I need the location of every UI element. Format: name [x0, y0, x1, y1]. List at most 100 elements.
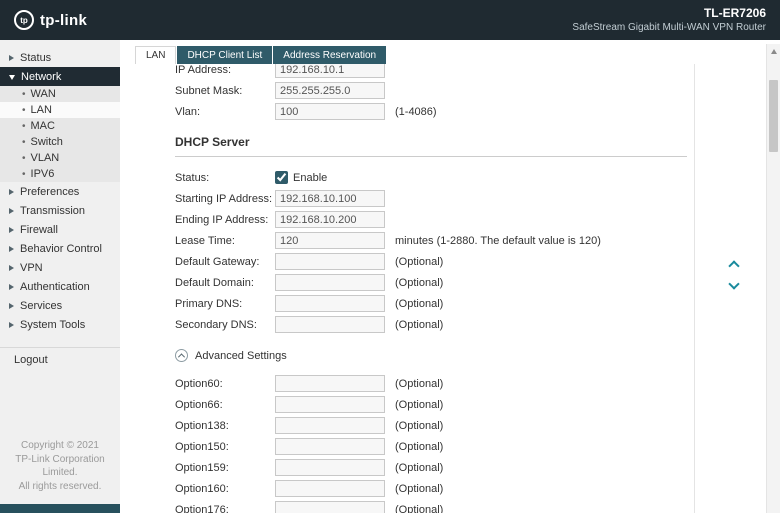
form-row: Subnet Mask: — [175, 82, 780, 99]
sidebar-item-transmission[interactable]: Transmission — [0, 201, 120, 220]
chevron-right-icon — [9, 265, 14, 271]
form-row: Default Domain: (Optional) — [175, 274, 780, 291]
form-row: Starting IP Address: — [175, 190, 780, 207]
logout-label: Logout — [14, 354, 48, 366]
sidebar-subitem-ipv6[interactable]: IPV6 — [0, 166, 120, 182]
option60-input[interactable] — [275, 375, 385, 392]
field-note: (Optional) — [395, 277, 443, 289]
form-row: Status: Enable — [175, 169, 780, 186]
form-row: Default Gateway: (Optional) — [175, 253, 780, 270]
sidebar-item-network[interactable]: Network — [0, 67, 120, 86]
field-note: (Optional) — [395, 462, 443, 474]
default-domain-input[interactable] — [275, 274, 385, 291]
tab-label: DHCP Client List — [187, 50, 262, 61]
chevron-right-icon — [9, 227, 14, 233]
form-scroll-area: IP Address: Subnet Mask: Vlan: (1-4086) … — [120, 64, 780, 513]
sidebar-subitem-wan[interactable]: WAN — [0, 86, 120, 102]
sidebar-item-label: Services — [20, 300, 62, 312]
field-note: (Optional) — [395, 483, 443, 495]
form-row: Primary DNS: (Optional) — [175, 295, 780, 312]
field-label: Ending IP Address: — [175, 214, 275, 226]
sidebar-bottom-bar — [0, 504, 120, 513]
lease-time-input[interactable] — [275, 232, 385, 249]
field-label: Primary DNS: — [175, 298, 275, 310]
scrollbar-up-arrow[interactable] — [767, 44, 780, 59]
tab-label: Address Reservation — [283, 50, 376, 61]
sidebar-item-label: System Tools — [20, 319, 85, 331]
starting-ip-input[interactable] — [275, 190, 385, 207]
sidebar-item-services[interactable]: Services — [0, 296, 120, 315]
field-label: Secondary DNS: — [175, 319, 275, 331]
form-row: Option159: (Optional) — [175, 459, 780, 476]
sidebar-item-vpn[interactable]: VPN — [0, 258, 120, 277]
tab-address-reservation[interactable]: Address Reservation — [273, 46, 386, 64]
ending-ip-input[interactable] — [275, 211, 385, 228]
primary-dns-input[interactable] — [275, 295, 385, 312]
subnet-mask-input[interactable] — [275, 82, 385, 99]
option176-input[interactable] — [275, 501, 385, 513]
sidebar-item-status[interactable]: Status — [0, 48, 120, 67]
field-note: (Optional) — [395, 420, 443, 432]
scrollbar[interactable] — [766, 44, 780, 513]
sidebar-item-firewall[interactable]: Firewall — [0, 220, 120, 239]
device-model: TL-ER7206 — [572, 5, 766, 21]
sidebar-item-preferences[interactable]: Preferences — [0, 182, 120, 201]
option150-input[interactable] — [275, 438, 385, 455]
brand-name: tp-link — [40, 12, 87, 29]
sidebar-subitem-vlan[interactable]: VLAN — [0, 150, 120, 166]
chevron-right-icon — [9, 189, 14, 195]
sidebar-subitem-lan[interactable]: LAN — [0, 102, 120, 118]
chevron-right-icon — [9, 55, 14, 61]
dhcp-enable-checkbox[interactable] — [275, 171, 288, 184]
sidebar-item-label: Preferences — [20, 186, 79, 198]
field-label: Option159: — [175, 462, 275, 474]
chevron-down-icon — [9, 75, 15, 80]
form-row: Lease Time: minutes (1-2880. The default… — [175, 232, 780, 249]
field-note: (Optional) — [395, 378, 443, 390]
logout-button[interactable]: Logout — [0, 348, 120, 372]
vlan-input[interactable] — [275, 103, 385, 120]
option160-input[interactable] — [275, 480, 385, 497]
field-note: (Optional) — [395, 298, 443, 310]
sidebar-subitem-label: Switch — [31, 136, 63, 148]
tplink-logo: tp tp-link — [14, 10, 87, 30]
form-row: Option176: (Optional) — [175, 501, 780, 513]
tplink-logo-icon: tp — [14, 10, 34, 30]
lan-settings-form: IP Address: Subnet Mask: Vlan: (1-4086) … — [120, 64, 780, 513]
field-label: Option138: — [175, 420, 275, 432]
sidebar-subitem-switch[interactable]: Switch — [0, 134, 120, 150]
field-note: minutes (1-2880. The default value is 12… — [395, 235, 601, 247]
tab-lan[interactable]: LAN — [135, 46, 176, 64]
sidebar-item-behavior-control[interactable]: Behavior Control — [0, 239, 120, 258]
ip-address-input[interactable] — [275, 64, 385, 78]
sidebar-item-label: Status — [20, 52, 51, 64]
sidebar-item-authentication[interactable]: Authentication — [0, 277, 120, 296]
option66-input[interactable] — [275, 396, 385, 413]
field-note: (Optional) — [395, 319, 443, 331]
sidebar-item-label: Behavior Control — [20, 243, 102, 255]
scrollbar-thumb[interactable] — [769, 80, 778, 152]
field-label: Option176: — [175, 504, 275, 513]
option159-input[interactable] — [275, 459, 385, 476]
form-row: Option138: (Optional) — [175, 417, 780, 434]
field-label: Default Gateway: — [175, 256, 275, 268]
field-label: Lease Time: — [175, 235, 275, 247]
device-description: SafeStream Gigabit Multi-WAN VPN Router — [572, 21, 766, 35]
form-row: Option160: (Optional) — [175, 480, 780, 497]
scroll-up-chevron[interactable] — [730, 262, 739, 271]
form-row: Option150: (Optional) — [175, 438, 780, 455]
sidebar-subitem-label: LAN — [31, 104, 52, 116]
form-row: IP Address: — [175, 64, 780, 78]
default-gateway-input[interactable] — [275, 253, 385, 270]
option138-input[interactable] — [275, 417, 385, 434]
field-label: Default Domain: — [175, 277, 275, 289]
field-note: (Optional) — [395, 256, 443, 268]
secondary-dns-input[interactable] — [275, 316, 385, 333]
scroll-down-chevron[interactable] — [730, 280, 739, 289]
chevron-right-icon — [9, 208, 14, 214]
sidebar-item-system-tools[interactable]: System Tools — [0, 315, 120, 334]
sidebar-subitem-label: VLAN — [31, 152, 60, 164]
advanced-settings-toggle[interactable]: Advanced Settings — [175, 349, 780, 362]
sidebar-subitem-mac[interactable]: MAC — [0, 118, 120, 134]
tab-dhcp-client-list[interactable]: DHCP Client List — [177, 46, 272, 64]
